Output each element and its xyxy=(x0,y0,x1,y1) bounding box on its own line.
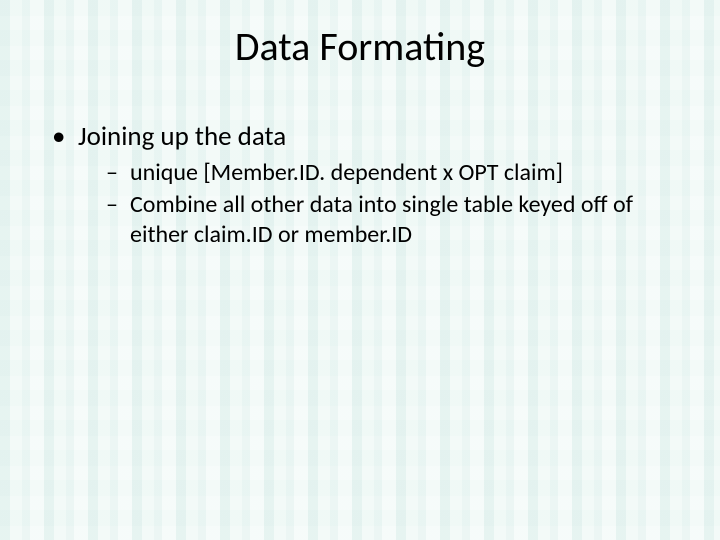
sub-bullet-item: Combine all other data into single table… xyxy=(106,190,660,250)
slide-body: Joining up the data unique [Member.ID. d… xyxy=(50,120,660,256)
slide-title: Data Formating xyxy=(0,22,720,71)
slide: Data Formating Joining up the data uniqu… xyxy=(0,0,720,540)
bullet-text: Joining up the data xyxy=(78,120,286,153)
sub-bullet-item: unique [Member.ID. dependent x OPT claim… xyxy=(106,158,660,188)
bullet-list-level1: Joining up the data unique [Member.ID. d… xyxy=(50,120,660,250)
sub-bullet-text: unique [Member.ID. dependent x OPT claim… xyxy=(130,158,563,187)
bullet-list-level2: unique [Member.ID. dependent x OPT claim… xyxy=(78,158,660,250)
sub-bullet-text: Combine all other data into single table… xyxy=(130,190,633,249)
bullet-item: Joining up the data unique [Member.ID. d… xyxy=(50,120,660,250)
